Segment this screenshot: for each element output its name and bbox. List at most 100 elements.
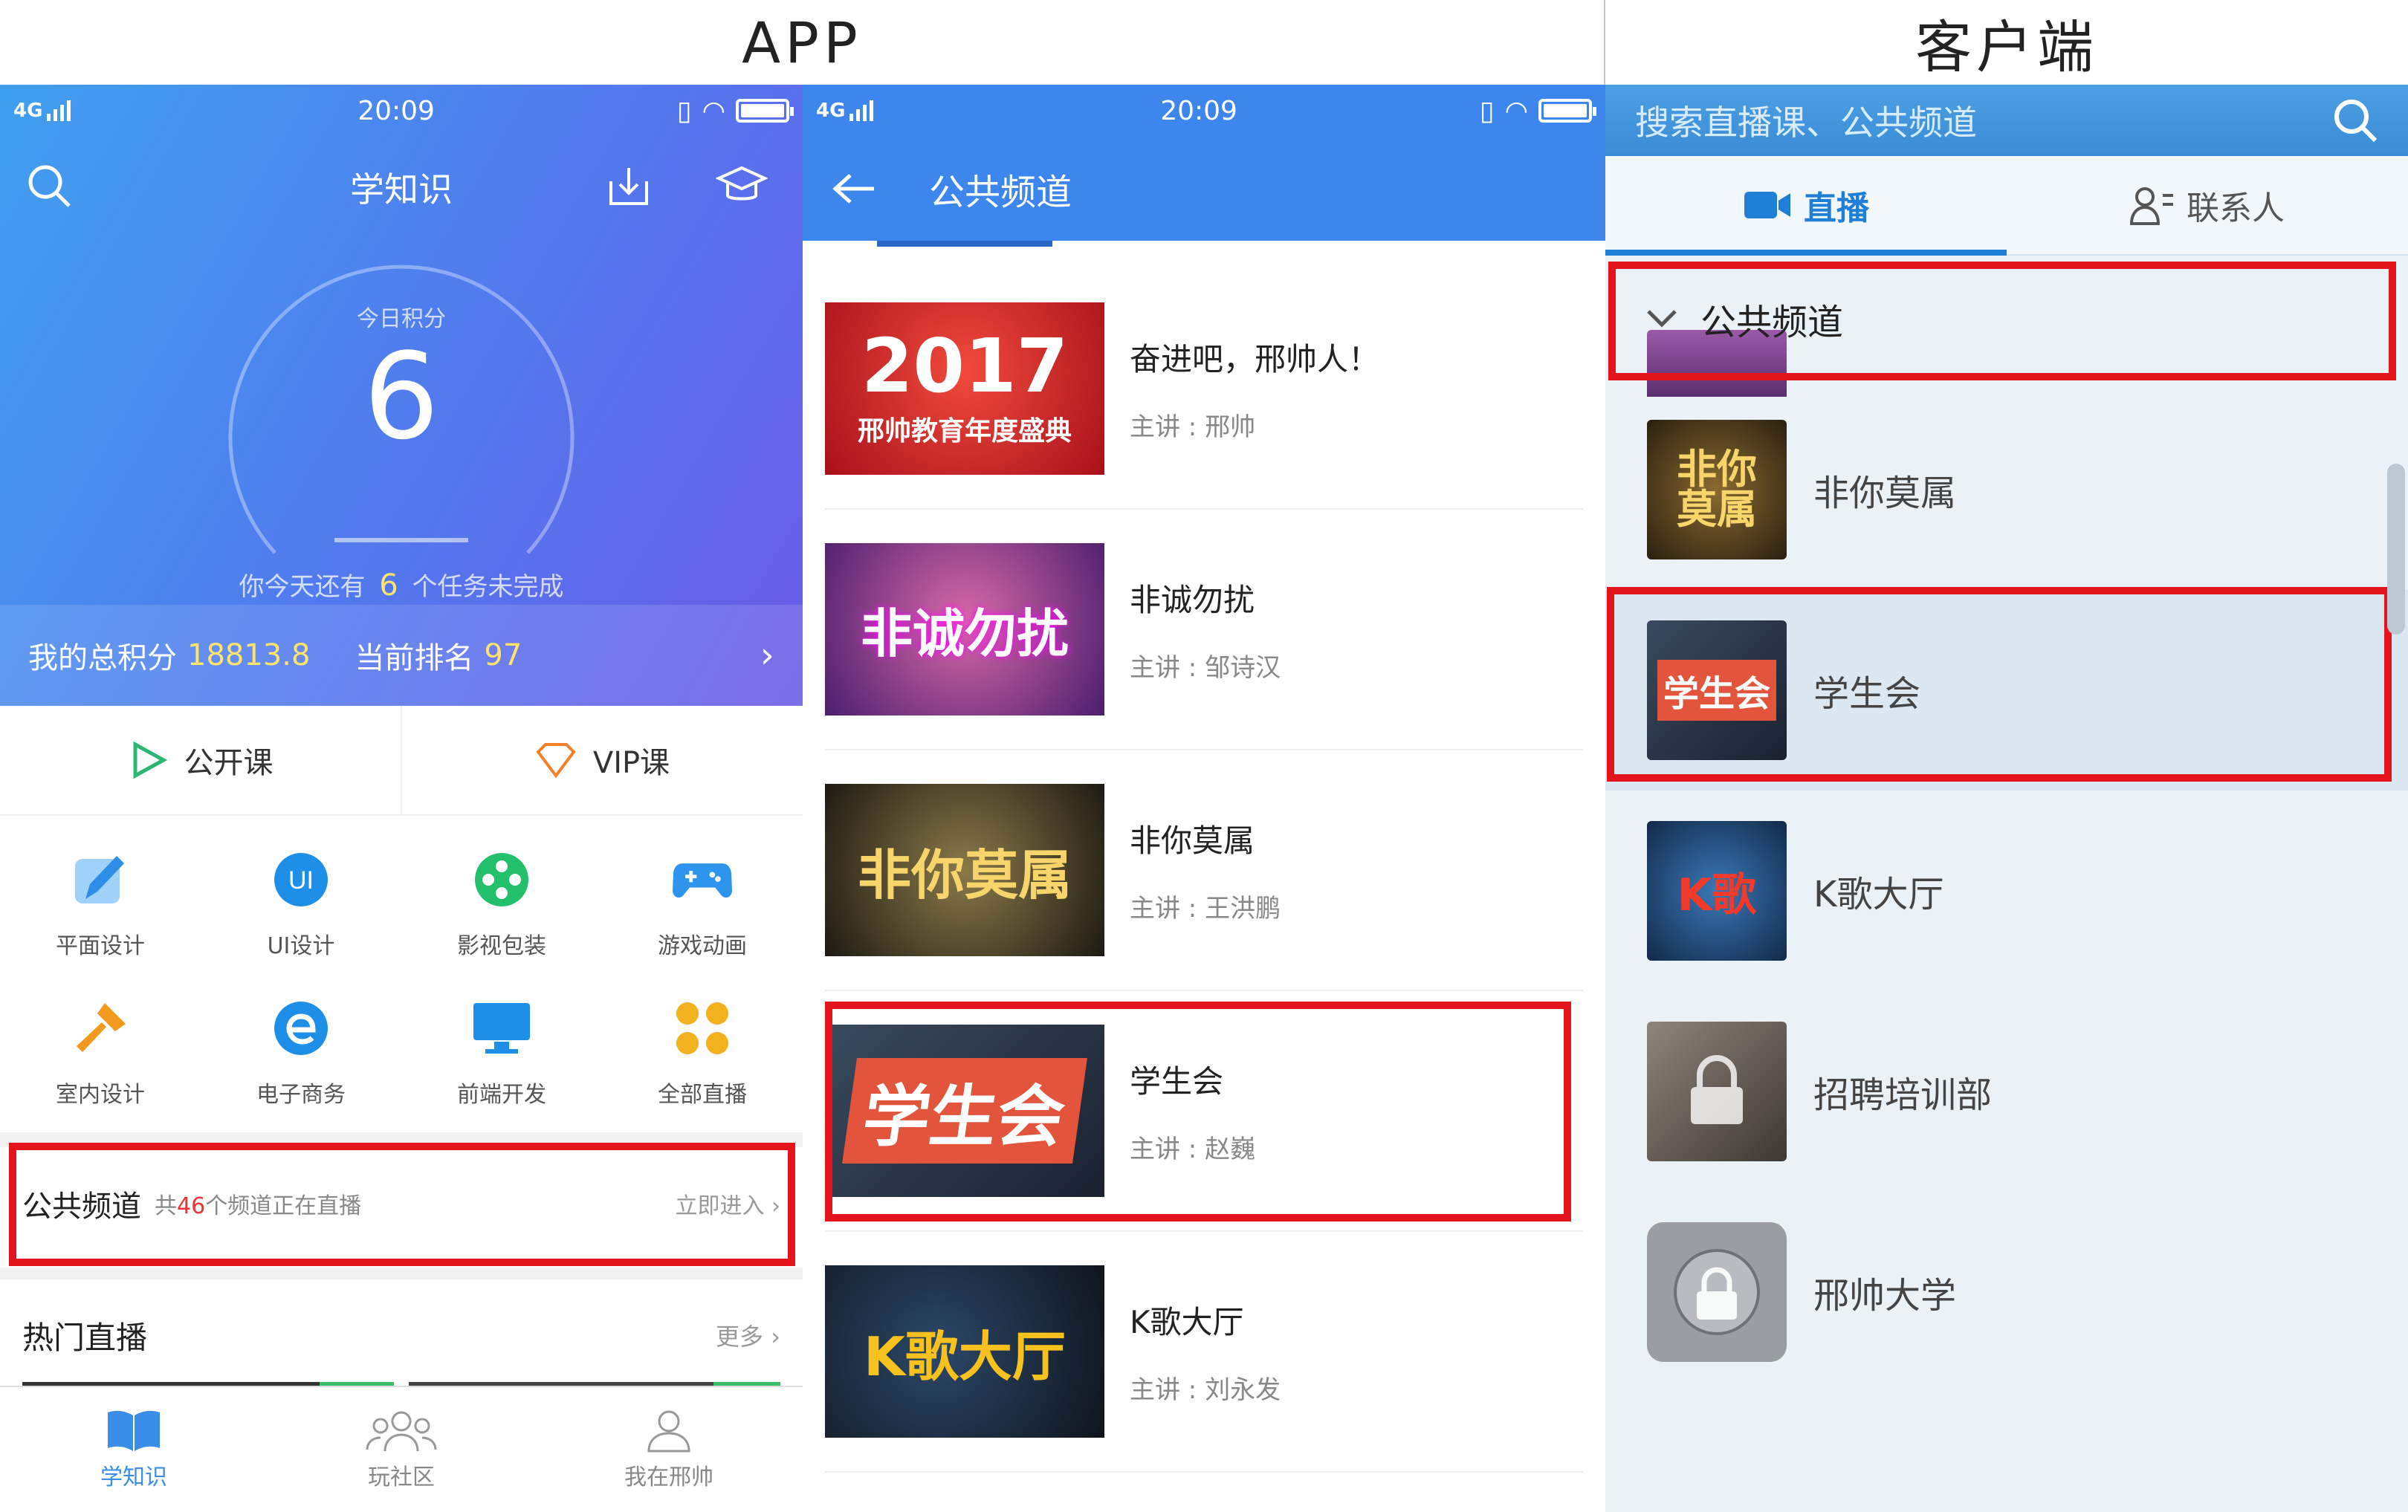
category-video-packaging[interactable]: 影视包装 bbox=[401, 831, 602, 979]
scroll-indicator bbox=[877, 241, 1052, 247]
flashlight-icon bbox=[71, 999, 130, 1058]
category-graphic-design[interactable]: 平面设计 bbox=[0, 831, 201, 979]
ui-icon: UI bbox=[271, 850, 331, 909]
group-icon bbox=[366, 1411, 437, 1452]
vibrate-icon: ▯ bbox=[676, 95, 692, 126]
highlight-box bbox=[1607, 587, 2392, 782]
status-bar: 4G 20:09 ▯ ◠ bbox=[803, 85, 1605, 137]
channel-thumbnail: 非你莫属 bbox=[825, 784, 1104, 956]
brush-icon bbox=[71, 850, 130, 909]
page-title: 学知识 bbox=[350, 169, 453, 210]
category-ui-design[interactable]: UI UI设计 bbox=[201, 831, 401, 979]
client-channel-item[interactable]: 邢帅大学 bbox=[1605, 1192, 2408, 1392]
category-frontend-dev[interactable]: 前端开发 bbox=[401, 979, 602, 1128]
channel-thumbnail: K歌大厅 bbox=[825, 1265, 1104, 1438]
course-tabs: 公开课 VIP课 bbox=[0, 706, 803, 816]
client-channel-item[interactable]: K歌 K歌大厅 bbox=[1605, 791, 2408, 991]
hot-live-label: 热门直播 bbox=[22, 1319, 148, 1356]
thumb-text: 2017 bbox=[861, 322, 1069, 409]
task-hint-prefix: 你今天还有 bbox=[239, 572, 366, 602]
category-label: UI设计 bbox=[267, 933, 335, 959]
nav-community-label: 玩社区 bbox=[368, 1464, 435, 1490]
category-all-live[interactable]: 全部直播 bbox=[602, 979, 803, 1128]
client-channel-item-selected[interactable]: 学生会 学生会 bbox=[1605, 587, 2408, 791]
status-time: 20:09 bbox=[1160, 95, 1237, 126]
channel-speaker: 主讲 : 刘永发 bbox=[1130, 1375, 1281, 1405]
nav-me-label: 我在邢帅 bbox=[624, 1464, 713, 1490]
thumb-text: 非诚勿扰 bbox=[861, 603, 1069, 664]
public-channel-entry[interactable]: 公共频道 共46个频道正在直播 立即进入 › bbox=[0, 1143, 803, 1266]
tab-live[interactable]: 直播 bbox=[1605, 156, 2007, 256]
scrollbar-thumb[interactable] bbox=[2387, 464, 2405, 635]
rank-value: 97 bbox=[484, 638, 522, 672]
channel-name: 非你莫属 bbox=[1813, 473, 1957, 514]
channel-title: K歌大厅 bbox=[1130, 1304, 1244, 1340]
back-arrow-icon[interactable] bbox=[832, 172, 877, 205]
client-channel-item[interactable]: 招聘培训部 bbox=[1605, 991, 2408, 1192]
client-tabs: 直播 联系人 bbox=[1605, 156, 2408, 256]
highlight-box bbox=[1608, 262, 2396, 380]
home-hero: 4G 20:09 ▯ ◠ 学知识 今日积分 6 你今天还有 6 个任务未完成 我… bbox=[0, 85, 803, 706]
tab-contacts[interactable]: 联系人 bbox=[2007, 156, 2408, 254]
channels-nav-bar: 公共频道 bbox=[803, 137, 1605, 241]
channel-item[interactable]: K歌大厅 K歌大厅主讲 : 刘永发 bbox=[825, 1232, 1583, 1473]
tab-contacts-label: 联系人 bbox=[2187, 189, 2285, 227]
category-label: 影视包装 bbox=[457, 933, 546, 959]
category-label: 前端开发 bbox=[457, 1082, 546, 1108]
app-home-screen: 4G 20:09 ▯ ◠ 学知识 今日积分 6 你今天还有 6 个任务未完成 我… bbox=[0, 85, 803, 1512]
group-header[interactable]: 公共频道 bbox=[1605, 256, 2408, 397]
download-icon[interactable] bbox=[602, 159, 656, 212]
channel-item[interactable]: 学生会 学生会 主讲 : 赵巍 bbox=[825, 991, 1583, 1232]
channel-speaker: 主讲 : 王洪鹏 bbox=[1130, 894, 1281, 924]
channel-thumbnail bbox=[1647, 1022, 1787, 1161]
category-label: 电子商务 bbox=[256, 1082, 346, 1108]
desktop-client-window: 搜索直播课、公共频道 直播 联系人 公共频道 非你莫属 非你莫属 学生会 学生会 bbox=[1605, 85, 2408, 1512]
search-bar[interactable]: 搜索直播课、公共频道 bbox=[1605, 85, 2408, 156]
channels-header: 4G 20:09 ▯ ◠ 公共频道 bbox=[803, 85, 1605, 241]
category-game-animation[interactable]: 游戏动画 bbox=[602, 831, 803, 979]
signal-icon bbox=[849, 100, 874, 121]
search-icon[interactable] bbox=[22, 159, 76, 212]
book-icon bbox=[108, 1410, 160, 1451]
search-placeholder: 搜索直播课、公共频道 bbox=[1635, 103, 1977, 143]
client-channel-item[interactable]: 非你莫属 非你莫属 bbox=[1605, 389, 2408, 590]
user-icon bbox=[647, 1410, 690, 1453]
channel-thumbnail bbox=[1647, 1222, 1787, 1362]
client-section-header: 客户端 bbox=[1915, 14, 2098, 80]
channel-title: 奋进吧，邢帅人！ bbox=[1130, 341, 1380, 377]
hot-live-header: 热门直播 更多 › bbox=[0, 1279, 803, 1391]
channel-item[interactable]: 非诚勿扰 非诚勿扰 主讲 : 邹诗汉 bbox=[825, 510, 1583, 750]
vibrate-icon: ▯ bbox=[1479, 95, 1495, 126]
channel-speaker: 主讲 : 邹诗汉 bbox=[1130, 653, 1281, 683]
tab-vip-course[interactable]: VIP课 bbox=[401, 706, 803, 814]
nav-me[interactable]: 我在邢帅 bbox=[535, 1387, 803, 1512]
graduation-cap-icon[interactable] bbox=[715, 159, 768, 212]
thumb-text: K歌大厅 bbox=[864, 1325, 1066, 1388]
task-hint: 你今天还有 6 个任务未完成 bbox=[0, 566, 803, 603]
chevron-right-icon: › bbox=[760, 635, 774, 676]
app-public-channels-screen: 4G 20:09 ▯ ◠ 公共频道 2017 邢帅教育年度盛典 奋进吧，邢帅人！ 主… bbox=[803, 85, 1605, 1512]
bottom-nav: 学知识 玩社区 我在邢帅 bbox=[0, 1386, 803, 1512]
battery-icon bbox=[1538, 99, 1596, 123]
category-grid: 平面设计 UI UI设计 影视包装 游戏动画 室内设计 电子商务 前端开发 全部 bbox=[0, 816, 803, 1128]
thumb-text: 非你莫属 bbox=[857, 843, 1072, 906]
rank-label: 当前排名 bbox=[355, 641, 474, 675]
signal-icon bbox=[47, 100, 71, 121]
network-label: 4G bbox=[816, 100, 846, 122]
category-interior-design[interactable]: 室内设计 bbox=[0, 979, 201, 1128]
more-link[interactable]: 更多 › bbox=[716, 1318, 780, 1352]
diamond-icon bbox=[536, 743, 576, 779]
film-reel-icon bbox=[472, 850, 531, 909]
channel-item[interactable]: 非你莫属 非你莫属 主讲 : 王洪鹏 bbox=[825, 750, 1583, 991]
category-label: 平面设计 bbox=[56, 933, 145, 959]
channel-item[interactable]: 2017 邢帅教育年度盛典 奋进吧，邢帅人！ 主讲 : 邢帅 bbox=[825, 269, 1583, 510]
nav-community[interactable]: 玩社区 bbox=[268, 1387, 535, 1512]
wifi-icon: ◠ bbox=[1504, 95, 1528, 126]
category-ecommerce[interactable]: 电子商务 bbox=[201, 979, 401, 1128]
search-icon[interactable] bbox=[2332, 97, 2378, 143]
tab-open-course[interactable]: 公开课 bbox=[0, 706, 401, 814]
wifi-icon: ◠ bbox=[702, 95, 725, 126]
gamepad-icon bbox=[673, 850, 732, 909]
nav-learn[interactable]: 学知识 bbox=[0, 1387, 268, 1512]
score-summary-bar[interactable]: 我的总积分 18813.8 当前排名 97 › bbox=[0, 605, 803, 706]
